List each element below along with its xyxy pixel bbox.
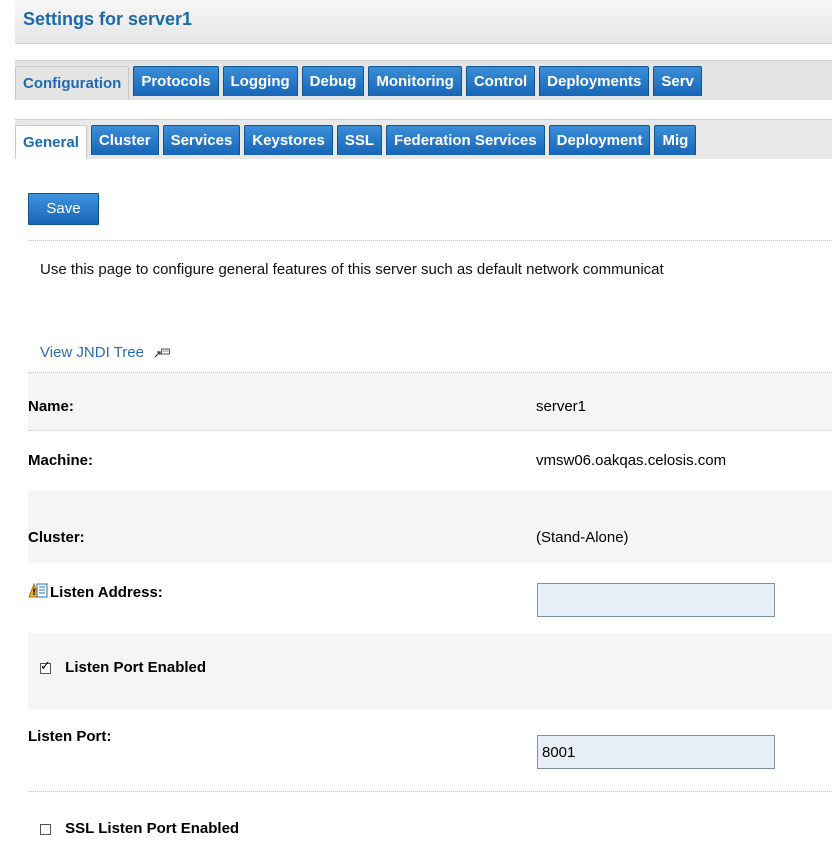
- title-bar: Settings for server1: [15, 0, 832, 44]
- subtab-federation-services[interactable]: Federation Services: [386, 125, 545, 155]
- cluster-row: Cluster: (Stand-Alone): [28, 491, 832, 563]
- subtab-services[interactable]: Services: [162, 125, 241, 155]
- divider: [28, 240, 832, 241]
- listen-port-label: Listen Port:: [28, 728, 112, 745]
- tab-logging[interactable]: Logging: [222, 66, 298, 96]
- machine-label: Machine:: [28, 452, 94, 469]
- listen-port-row: Listen Port:: [28, 709, 832, 791]
- save-button[interactable]: Save: [28, 193, 99, 225]
- ssl-listen-port-enabled-label: SSL Listen Port Enabled: [65, 820, 240, 837]
- listen-address-row: ! Listen Address:: [28, 563, 832, 633]
- primary-tabbar: Configuration Protocols Logging Debug Mo…: [15, 60, 832, 100]
- name-label: Name:: [28, 398, 74, 415]
- warning-help-icon[interactable]: !: [28, 582, 48, 604]
- ssl-listen-port-enabled-checkbox[interactable]: [40, 823, 51, 835]
- listen-port-enabled-row: ✓ Listen Port Enabled: [28, 633, 832, 709]
- name-value: server1: [536, 398, 587, 415]
- listen-port-enabled-label-group: ✓ Listen Port Enabled: [40, 659, 206, 676]
- tab-protocols[interactable]: Protocols: [133, 66, 219, 96]
- svg-text:!: !: [32, 588, 36, 598]
- listen-port-enabled-label: Listen Port Enabled: [65, 659, 207, 676]
- cluster-value: (Stand-Alone): [536, 529, 629, 546]
- tab-deployments[interactable]: Deployments: [539, 66, 650, 96]
- name-row: Name: server1: [28, 373, 832, 430]
- subtab-migration[interactable]: Mig: [654, 125, 697, 155]
- checkmark-icon: ✓: [40, 657, 51, 673]
- tab-debug[interactable]: Debug: [301, 66, 365, 96]
- machine-value: vmsw06.oakqas.celosis.com: [536, 452, 727, 469]
- page-title: Settings for server1: [23, 9, 193, 29]
- tab-configuration[interactable]: Configuration: [15, 66, 130, 100]
- machine-row: Machine: vmsw06.oakqas.celosis.com: [28, 431, 832, 491]
- subtab-general[interactable]: General: [15, 125, 87, 159]
- ssl-listen-port-enabled-label-group: SSL Listen Port Enabled: [40, 820, 239, 837]
- subtab-deployment[interactable]: Deployment: [548, 125, 651, 155]
- subtab-keystores[interactable]: Keystores: [244, 125, 333, 155]
- listen-address-label-group: ! Listen Address:: [28, 582, 163, 604]
- view-jndi-tree-label: View JNDI Tree: [40, 344, 144, 361]
- listen-port-input[interactable]: [537, 735, 775, 769]
- tab-control[interactable]: Control: [465, 66, 536, 96]
- view-jndi-tree-link[interactable]: View JNDI Tree: [40, 344, 171, 362]
- subtab-ssl[interactable]: SSL: [336, 125, 383, 155]
- ssl-listen-port-enabled-row: SSL Listen Port Enabled: [28, 792, 832, 852]
- subtab-cluster[interactable]: Cluster: [90, 125, 159, 155]
- secondary-tabbar: General Cluster Services Keystores SSL F…: [15, 119, 832, 159]
- tab-monitoring[interactable]: Monitoring: [368, 66, 462, 96]
- page-description: Use this page to configure general featu…: [40, 261, 664, 278]
- cluster-label: Cluster:: [28, 529, 85, 546]
- listen-port-enabled-checkbox[interactable]: ✓: [40, 659, 51, 674]
- external-link-icon: [154, 345, 171, 362]
- listen-address-label: Listen Address:: [50, 583, 163, 601]
- listen-address-input[interactable]: [537, 583, 775, 617]
- tab-services[interactable]: Serv: [653, 66, 702, 96]
